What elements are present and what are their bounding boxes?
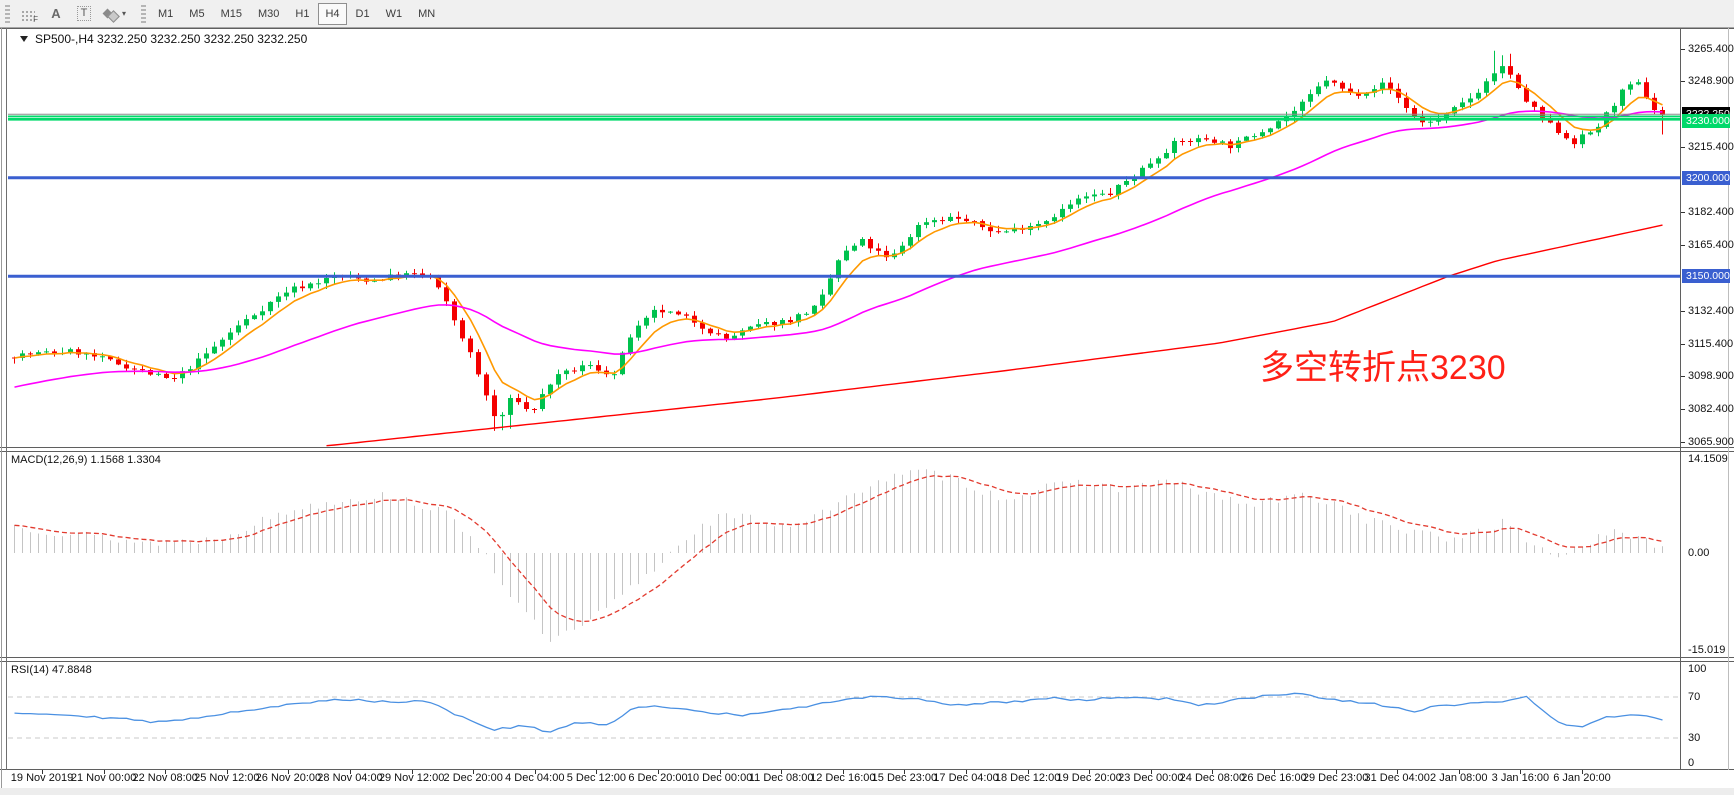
timeframe-button-M30[interactable]: M30 <box>251 3 286 25</box>
date-axis-label: 15 Dec 23:00 <box>872 772 937 784</box>
rsi-label: RSI(14) 47.8848 <box>11 664 92 676</box>
date-axis-label: 24 Dec 08:00 <box>1180 772 1245 784</box>
price-axis-label: 3248.900 <box>1688 75 1734 87</box>
timeframe-group: M1M5M15M30H1H4D1W1MN <box>151 3 442 25</box>
panel-splitter[interactable] <box>0 661 1734 662</box>
styles-icon[interactable]: ▾ <box>99 3 131 25</box>
price-level-box[interactable]: 3200.000 <box>1682 171 1730 185</box>
panel-border <box>0 28 1734 29</box>
date-axis-label: 22 Nov 08:00 <box>132 772 197 784</box>
date-axis-label: 28 Nov 04:00 <box>317 772 382 784</box>
date-axis-label: 4 Dec 04:00 <box>505 772 564 784</box>
price-axis-label: 3098.900 <box>1688 370 1734 382</box>
price-tick-mark <box>1681 311 1685 312</box>
grid-f-icon-glyph: F <box>33 15 38 24</box>
date-axis-label: 5 Dec 12:00 <box>567 772 626 784</box>
symbol-dropdown-icon[interactable] <box>20 36 28 42</box>
price-tick-mark <box>1681 212 1685 213</box>
date-axis-label: 26 Nov 20:00 <box>256 772 321 784</box>
timeframe-button-D1[interactable]: D1 <box>349 3 377 25</box>
price-tick-mark <box>1681 409 1685 410</box>
price-level-box[interactable]: 3230.000 <box>1682 114 1730 128</box>
text-t-icon-glyph: T <box>77 6 92 21</box>
date-axis-label: 6 Jan 20:00 <box>1553 772 1611 784</box>
date-axis-label: 3 Jan 16:00 <box>1492 772 1550 784</box>
date-axis-label: 26 Dec 16:00 <box>1241 772 1306 784</box>
timeframe-button-H4[interactable]: H4 <box>318 3 346 25</box>
annotation-text[interactable]: 多空转折点3230 <box>1260 350 1506 387</box>
panel-left-border <box>6 28 7 770</box>
date-axis-label: 18 Dec 12:00 <box>995 772 1060 784</box>
timeframe-button-H1[interactable]: H1 <box>288 3 316 25</box>
date-axis-label: 21 Nov 00:00 <box>71 772 136 784</box>
date-axis-label: 31 Dec 04:00 <box>1364 772 1429 784</box>
date-axis-label: 12 Dec 16:00 <box>810 772 875 784</box>
window-right-border <box>1728 28 1729 770</box>
price-axis-label: 3115.400 <box>1688 338 1733 350</box>
price-tick-mark <box>1681 344 1685 345</box>
toolbar-drag-handle[interactable] <box>141 5 146 23</box>
date-axis-label: 29 Dec 23:00 <box>1303 772 1368 784</box>
timeframe-button-W1[interactable]: W1 <box>379 3 410 25</box>
price-axis-label: 3215.400 <box>1688 141 1734 153</box>
macd-axis-label: -15.019 <box>1688 644 1725 656</box>
timeframe-button-M1[interactable]: M1 <box>151 3 180 25</box>
date-axis-label: 6 Dec 20:00 <box>628 772 687 784</box>
price-axis-label: 3082.400 <box>1688 403 1734 415</box>
rsi-indicator-chart[interactable] <box>8 662 1680 770</box>
price-tick-mark <box>1681 376 1685 377</box>
panel-border <box>0 769 1734 770</box>
rsi-axis-label: 0 <box>1688 757 1694 769</box>
macd-axis-label: 0.00 <box>1688 547 1709 559</box>
date-axis-label: 19 Dec 20:00 <box>1056 772 1121 784</box>
toolbar: F A T ▾ M1M5M15M30H1H4D1W1MN <box>0 0 1734 28</box>
bottom-strip <box>0 788 1734 795</box>
rsi-axis-label: 100 <box>1688 663 1706 675</box>
panel-border <box>0 447 1734 448</box>
toolbar-drag-handle[interactable] <box>5 5 10 23</box>
font-a-icon[interactable]: A <box>43 3 69 25</box>
price-level-box[interactable]: 3150.000 <box>1682 269 1730 283</box>
price-axis-label: 3165.400 <box>1688 239 1734 251</box>
mt4-window: F A T ▾ M1M5M15M30H1H4D1W1MN <box>0 0 1734 795</box>
date-axis-label: 2 Jan 08:00 <box>1430 772 1488 784</box>
timeframe-button-MN[interactable]: MN <box>411 3 442 25</box>
price-tick-mark <box>1681 245 1685 246</box>
macd-indicator-chart[interactable] <box>8 452 1680 658</box>
chart-header: SP500-,H4 3232.250 3232.250 3232.250 323… <box>20 32 307 46</box>
price-tick-mark <box>1681 442 1685 443</box>
rsi-axis-label: 30 <box>1688 732 1700 744</box>
date-axis-label: 10 Dec 00:00 <box>687 772 752 784</box>
date-axis-label: 23 Dec 00:00 <box>1118 772 1183 784</box>
text-t-icon[interactable]: T <box>71 3 97 25</box>
grid-f-icon[interactable]: F <box>15 3 41 25</box>
symbol-ohlc-text: SP500-,H4 3232.250 3232.250 3232.250 323… <box>35 32 307 46</box>
price-axis-label: 3065.900 <box>1688 436 1734 448</box>
price-axis-label: 3132.400 <box>1688 305 1734 317</box>
date-axis-label: 25 Nov 12:00 <box>194 772 259 784</box>
macd-axis-label: 14.1509 <box>1688 453 1728 465</box>
panel-border <box>0 657 1734 658</box>
window-left-border <box>1 28 2 788</box>
date-axis-label: 2 Dec 20:00 <box>444 772 503 784</box>
timeframe-button-M5[interactable]: M5 <box>182 3 211 25</box>
price-tick-mark <box>1681 147 1685 148</box>
chevron-down-icon: ▾ <box>122 9 126 18</box>
price-tick-mark <box>1681 81 1685 82</box>
price-tick-mark <box>1681 49 1685 50</box>
rsi-axis-label: 70 <box>1688 691 1700 703</box>
macd-label: MACD(12,26,9) 1.1568 1.3304 <box>11 454 161 466</box>
price-axis-label: 3182.400 <box>1688 206 1734 218</box>
font-a-icon-glyph: A <box>51 7 60 20</box>
panel-splitter[interactable] <box>0 451 1734 452</box>
date-axis-label: 29 Nov 12:00 <box>379 772 444 784</box>
price-axis-separator <box>1680 28 1681 770</box>
date-axis-label: 11 Dec 08:00 <box>749 772 814 784</box>
date-axis-label: 17 Dec 04:00 <box>933 772 998 784</box>
price-axis-label: 3265.400 <box>1688 43 1734 55</box>
timeframe-button-M15[interactable]: M15 <box>214 3 249 25</box>
date-axis-label: 19 Nov 2019 <box>11 772 73 784</box>
